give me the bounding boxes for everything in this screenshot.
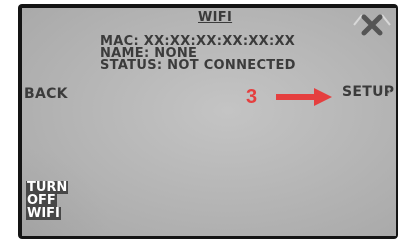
lcd-display: WIFI MAC: XX:XX:XX:XX:XX:XX NAME: NONE S…	[22, 8, 396, 236]
page-title: WIFI	[198, 10, 233, 25]
arrow-right-icon	[276, 88, 332, 106]
connection-status-line: STATUS: NOT CONNECTED	[100, 58, 296, 73]
close-icon[interactable]	[352, 11, 392, 39]
step-number-annotation: 3	[246, 86, 258, 108]
back-button[interactable]: BACK	[24, 86, 68, 102]
chevron-right-icon: ›	[386, 84, 392, 100]
turn-off-wifi-label-line: WIFI	[26, 206, 61, 221]
device-screen: WIFI MAC: XX:XX:XX:XX:XX:XX NAME: NONE S…	[18, 4, 398, 239]
device-frame: WIFI MAC: XX:XX:XX:XX:XX:XX NAME: NONE S…	[0, 0, 400, 242]
turn-off-wifi-button[interactable]: TURN OFF WIFI	[26, 181, 78, 220]
